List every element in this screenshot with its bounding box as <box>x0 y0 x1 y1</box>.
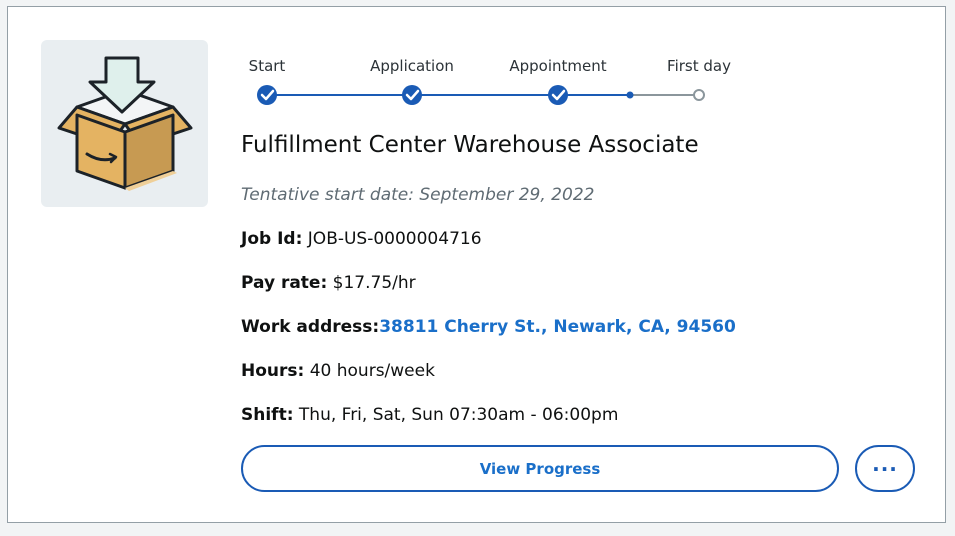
hours-label: Hours: <box>241 361 305 381</box>
hours-value: 40 hours/week <box>309 361 435 381</box>
shift-label: Shift: <box>241 405 294 425</box>
tentative-start-date: Tentative start date: September 29, 2022 <box>241 185 595 205</box>
shift-value: Thu, Fri, Sat, Sun 07:30am - 06:00pm <box>298 405 619 425</box>
work-address-link[interactable]: 38811 Cherry St., Newark, CA, 94560 <box>379 317 736 337</box>
progress-marker-dot <box>626 91 634 99</box>
check-circle-icon <box>548 85 568 105</box>
check-circle-icon <box>402 85 422 105</box>
progress-tracker: Start Application Appointment First day <box>240 57 731 107</box>
pay-rate-label: Pay rate: <box>241 273 328 293</box>
work-address-label: Work address: <box>241 317 380 337</box>
empty-circle-icon <box>693 89 705 101</box>
job-id-label: Job Id: <box>241 229 303 249</box>
view-progress-button[interactable]: View Progress <box>241 445 839 492</box>
view-progress-label: View Progress <box>479 459 601 478</box>
ellipsis-icon: ··· <box>872 456 898 481</box>
job-card: Start Application Appointment First day … <box>7 6 946 523</box>
job-id-row: Job Id: JOB-US-0000004716 <box>241 229 482 249</box>
package-download-icon <box>41 40 208 207</box>
more-options-button[interactable]: ··· <box>855 445 915 492</box>
pay-rate-row: Pay rate: $17.75/hr <box>241 273 416 293</box>
check-circle-icon <box>257 85 277 105</box>
work-address-row: Work address:38811 Cherry St., Newark, C… <box>241 317 736 337</box>
job-title: Fulfillment Center Warehouse Associate <box>241 132 699 158</box>
job-id-value: JOB-US-0000004716 <box>307 229 482 249</box>
shift-row: Shift: Thu, Fri, Sat, Sun 07:30am - 06:0… <box>241 405 618 425</box>
pay-rate-value: $17.75/hr <box>332 273 416 293</box>
hours-row: Hours: 40 hours/week <box>241 361 435 381</box>
